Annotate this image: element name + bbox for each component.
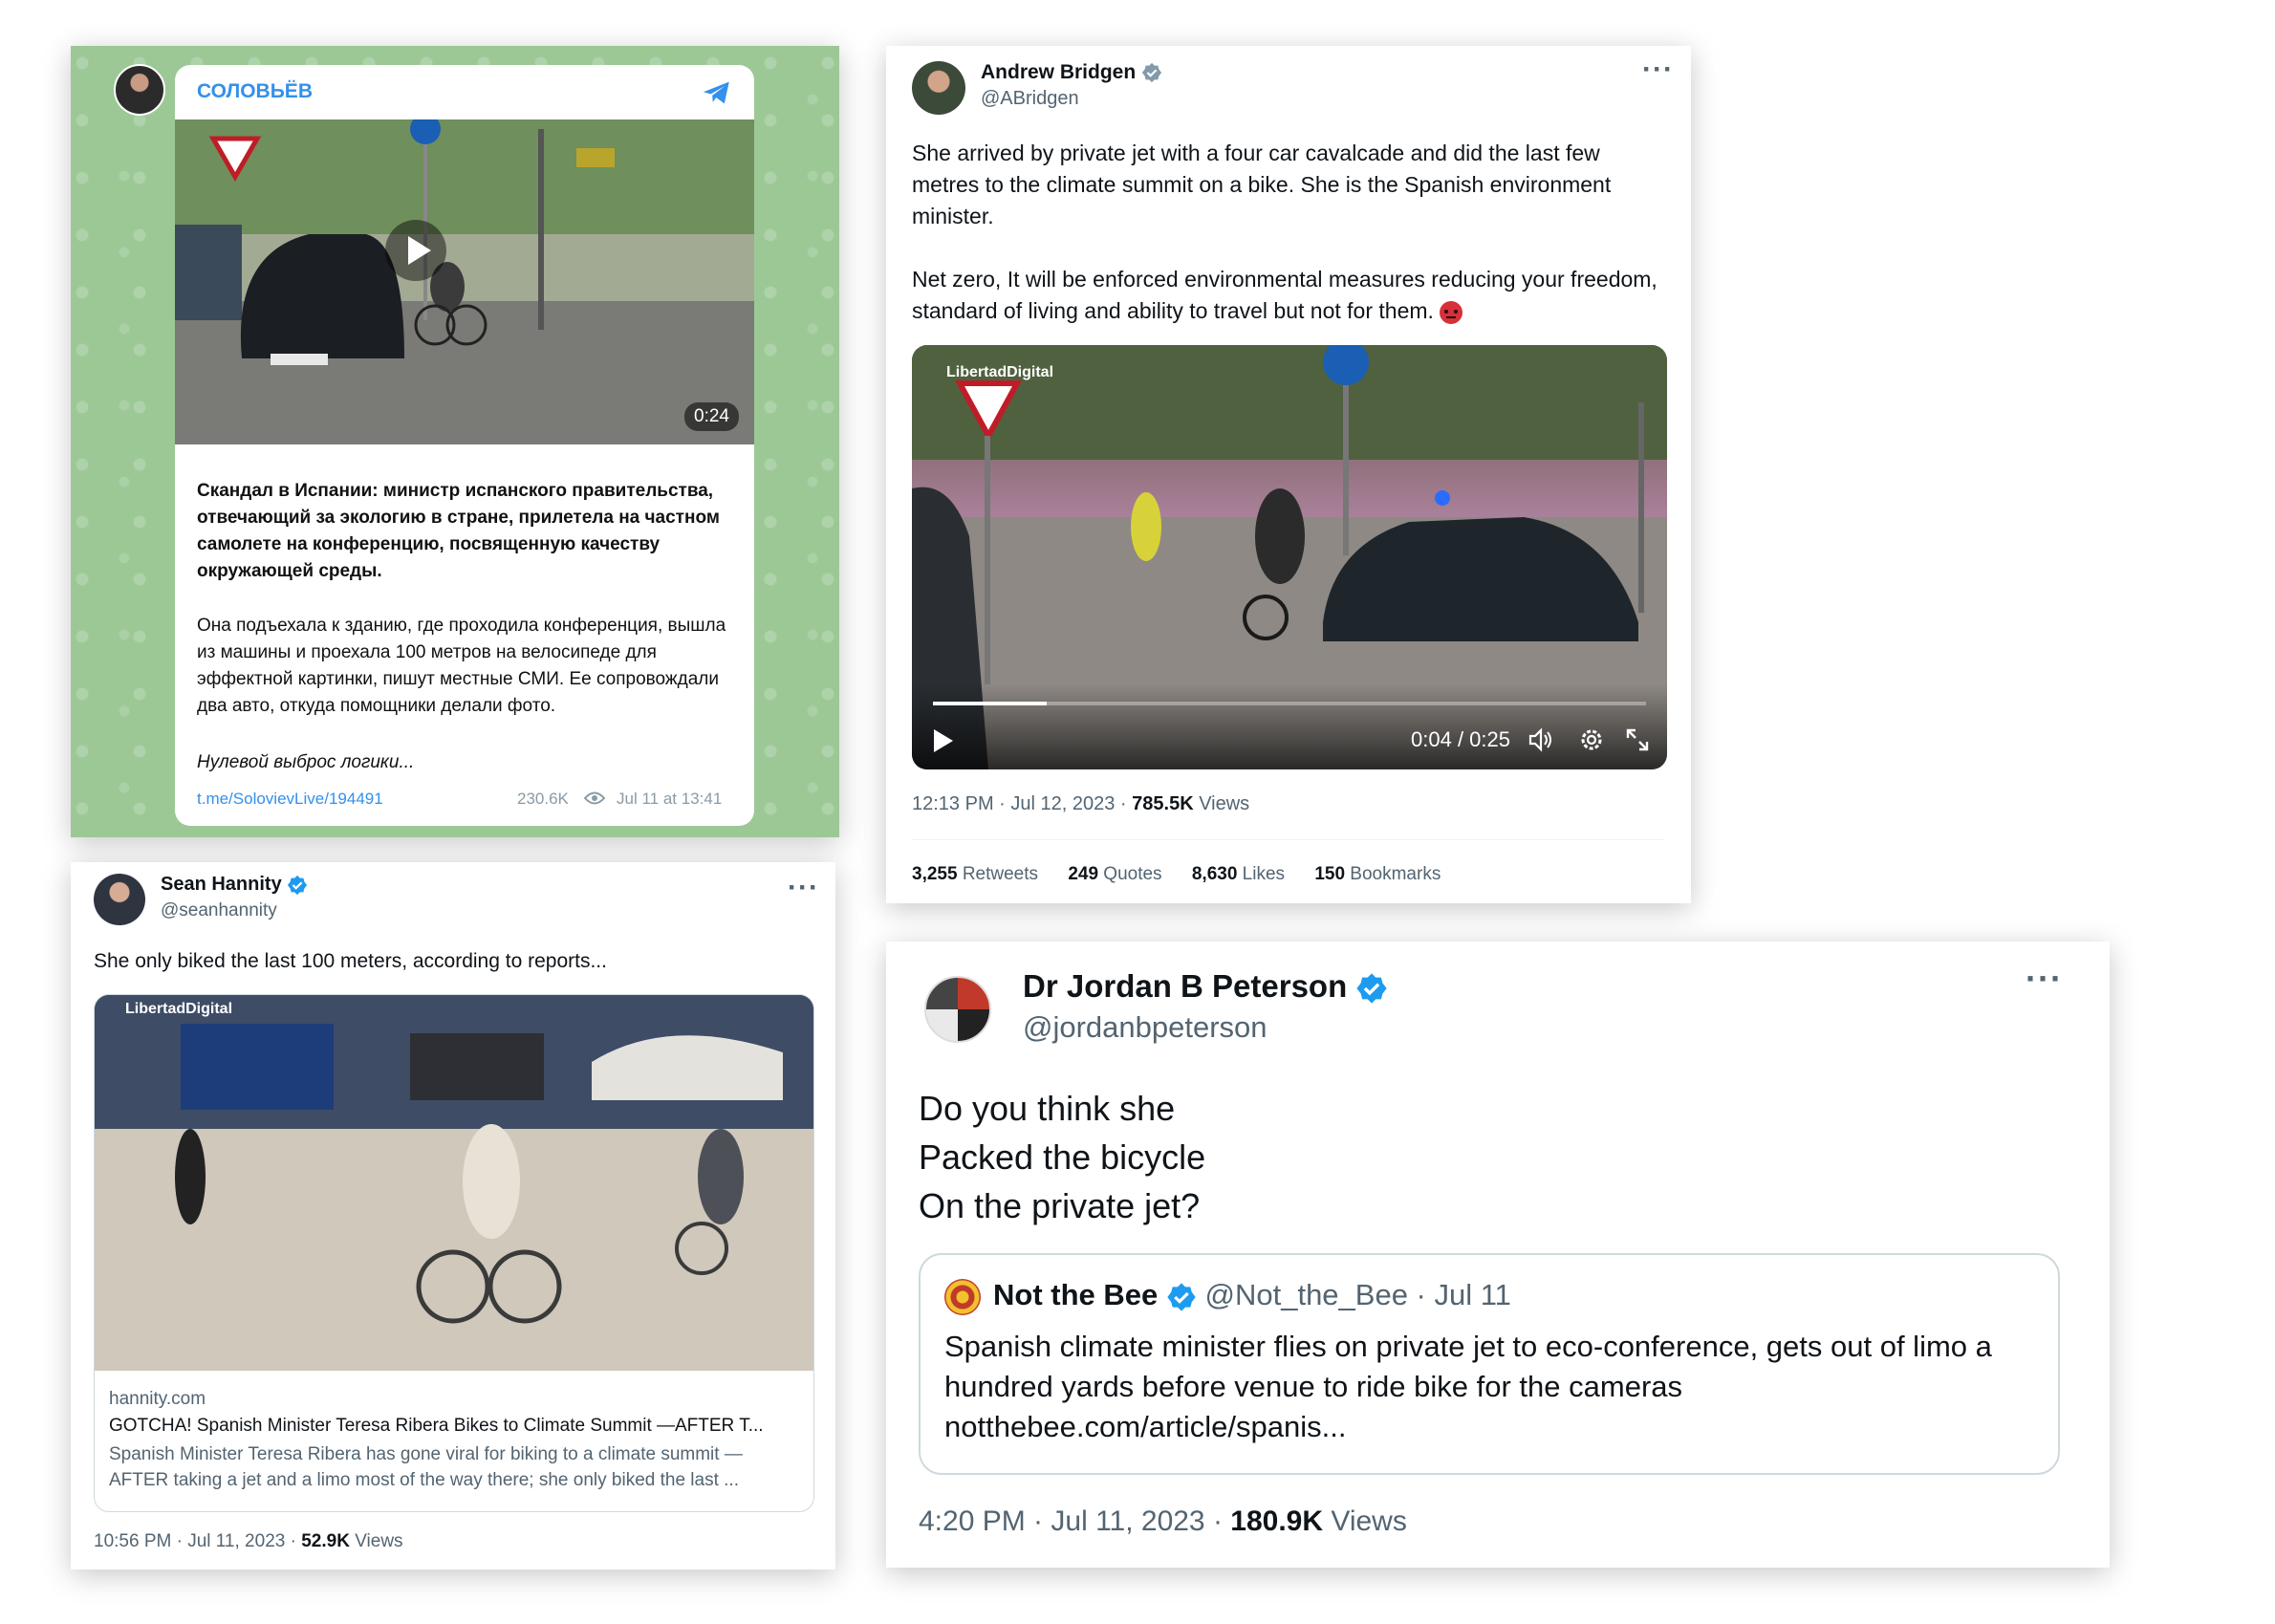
link-image-scene — [95, 995, 813, 1371]
author-name[interactable]: Sean Hannity — [161, 874, 308, 896]
quote-header: Not the Bee @Not_the_Bee · Jul 11 — [993, 1278, 1511, 1312]
settings-icon[interactable] — [1579, 727, 1604, 752]
quote-avatar[interactable] — [944, 1279, 981, 1315]
video-progress-bar[interactable] — [933, 702, 1646, 705]
more-icon[interactable]: ··· — [2026, 962, 2063, 996]
bookmarks-stat[interactable]: 150 Bookmarks — [1314, 864, 1441, 884]
tweet-line-1: Do you think she — [919, 1089, 1176, 1128]
avatar[interactable] — [94, 874, 145, 925]
tweet-text: Do you think she Packed the bicycle On t… — [919, 1084, 1205, 1230]
view-count: 785.5K — [1132, 793, 1194, 814]
view-count: 180.9K — [1230, 1505, 1324, 1537]
quotes-stat[interactable]: 249 Quotes — [1068, 864, 1161, 884]
tweet-timestamp[interactable]: 10:56 PM · Jul 11, 2023 · — [94, 1531, 301, 1551]
author-handle[interactable]: @jordanbpeterson — [1023, 1010, 1268, 1045]
play-icon[interactable] — [931, 727, 956, 754]
link-domain: hannity.com — [109, 1389, 206, 1409]
tweet-text-paragraph-2-text: Net zero, It will be enforced environmen… — [912, 267, 1658, 323]
author-name-text[interactable]: Andrew Bridgen — [981, 61, 1136, 83]
quote-link[interactable]: notthebee.com/article/spanis... — [944, 1407, 2044, 1447]
video-time: 0:04 / 0:25 — [1411, 727, 1510, 751]
tweet-text-paragraph-1: She arrived by private jet with a four c… — [912, 141, 1612, 228]
quotes-label: Quotes — [1098, 864, 1162, 884]
quote-body: Spanish climate minister flies on privat… — [944, 1330, 1992, 1403]
author-name[interactable]: Dr Jordan B Peterson — [1023, 968, 1388, 1005]
retweets-label: Retweets — [957, 864, 1039, 884]
tweet-timestamp[interactable]: 4:20 PM · Jul 11, 2023 · — [919, 1505, 1230, 1537]
likes-stat[interactable]: 8,630 Likes — [1192, 864, 1285, 884]
quote-author-name[interactable]: Not the Bee — [993, 1278, 1158, 1311]
link-title: GOTCHA! Spanish Minister Teresa Ribera B… — [109, 1416, 764, 1436]
tweet-video[interactable]: LibertadDigital 0:04 / 0:25 — [912, 345, 1667, 769]
tweet-meta: 4:20 PM · Jul 11, 2023 · 180.9K Views — [919, 1505, 1407, 1538]
tweet-text: She arrived by private jet with a four c… — [912, 138, 1667, 327]
author-handle[interactable]: @ABridgen — [981, 88, 1079, 110]
link-image: LibertadDigital — [95, 995, 813, 1371]
more-icon[interactable]: ··· — [1642, 55, 1674, 84]
quoted-tweet[interactable]: Not the Bee @Not_the_Bee · Jul 11 Spanis… — [919, 1253, 2060, 1475]
message-bubble: СОЛОВЬЁВ 0:24 Скандал в Испании: министр… — [175, 65, 754, 826]
video-duration: 0:24 — [684, 402, 739, 431]
link-description: Spanish Minister Teresa Ribera has gone … — [109, 1444, 743, 1490]
views-label: Views — [349, 1531, 403, 1551]
video-progress-fill — [933, 702, 1048, 705]
views-label: Views — [1323, 1505, 1407, 1537]
channel-avatar[interactable] — [114, 64, 165, 116]
tweet-text-paragraph-2: Net zero, It will be enforced environmen… — [912, 264, 1667, 327]
bookmarks-count: 150 — [1314, 864, 1346, 884]
eye-icon — [584, 791, 605, 805]
tweet-bridgen: Andrew Bridgen @ABridgen ··· She arrived… — [886, 46, 1691, 903]
more-icon[interactable]: ··· — [788, 874, 819, 902]
telegram-plane-icon — [703, 81, 729, 104]
view-count: 230.6K — [517, 790, 569, 808]
image-watermark: LibertadDigital — [125, 1001, 233, 1017]
tweet-line-3: On the private jet? — [919, 1186, 1201, 1225]
retweets-stat[interactable]: 3,255 Retweets — [912, 864, 1038, 884]
angry-face-icon — [1440, 300, 1463, 324]
verified-badge-icon — [1356, 973, 1388, 1004]
verified-badge-icon — [288, 875, 308, 895]
likes-label: Likes — [1237, 864, 1286, 884]
bookmarks-label: Bookmarks — [1345, 864, 1441, 884]
author-name-text[interactable]: Dr Jordan B Peterson — [1023, 968, 1347, 1004]
divider — [912, 839, 1665, 840]
avatar[interactable] — [912, 61, 965, 115]
video-watermark: LibertadDigital — [946, 364, 1054, 380]
avatar[interactable] — [924, 976, 991, 1043]
likes-count: 8,630 — [1191, 864, 1238, 884]
video-thumbnail[interactable]: 0:24 — [175, 119, 754, 444]
verified-badge-icon — [1141, 63, 1162, 83]
tweet-stats: 3,255 Retweets 249 Quotes 8,630 Likes 15… — [912, 864, 1465, 885]
view-count: 52.9K — [301, 1531, 350, 1551]
play-icon[interactable] — [385, 220, 446, 281]
link-card[interactable]: LibertadDigital hannity.com GOTCHA! Span… — [94, 994, 814, 1512]
telegram-post: СОЛОВЬЁВ 0:24 Скандал в Испании: министр… — [71, 46, 839, 837]
fullscreen-icon[interactable] — [1625, 727, 1650, 752]
tweet-line-2: Packed the bicycle — [919, 1137, 1206, 1177]
quotes-count: 249 — [1068, 864, 1099, 884]
post-paragraph-3: Нулевой выброс логики... — [197, 752, 415, 772]
post-link[interactable]: t.me/SolovievLive/194491 — [197, 790, 383, 809]
tweet-hannity: Sean Hannity @seanhannity ··· She only b… — [71, 862, 835, 1570]
tweet-text: She only biked the last 100 meters, acco… — [94, 950, 607, 972]
quote-text: Spanish climate minister flies on privat… — [944, 1327, 2044, 1447]
tweet-peterson: Dr Jordan B Peterson @jordanbpeterson ··… — [886, 942, 2110, 1568]
author-handle[interactable]: @seanhannity — [161, 900, 277, 921]
author-name-text[interactable]: Sean Hannity — [161, 874, 282, 895]
post-date: Jul 11 at 13:41 — [617, 790, 723, 808]
tweet-meta: 10:56 PM · Jul 11, 2023 · 52.9K Views — [94, 1531, 403, 1552]
volume-icon[interactable] — [1528, 727, 1554, 752]
retweets-count: 3,255 — [912, 864, 958, 884]
post-paragraph-2: Она подъехала к зданию, где проходила ко… — [197, 616, 726, 716]
post-paragraph-1: Скандал в Испании: министр испанского пр… — [197, 481, 720, 581]
video-scene — [175, 119, 754, 444]
author-name[interactable]: Andrew Bridgen — [981, 61, 1162, 84]
views-label: Views — [1193, 793, 1250, 814]
channel-name[interactable]: СОЛОВЬЁВ — [197, 80, 313, 103]
quote-author-handle[interactable]: @Not_the_Bee · Jul 11 — [1205, 1278, 1511, 1311]
tweet-timestamp[interactable]: 12:13 PM · Jul 12, 2023 · — [912, 793, 1132, 814]
tweet-meta: 12:13 PM · Jul 12, 2023 · 785.5K Views — [912, 793, 1249, 815]
verified-badge-icon — [1167, 1283, 1196, 1311]
video-controls — [912, 683, 1667, 769]
